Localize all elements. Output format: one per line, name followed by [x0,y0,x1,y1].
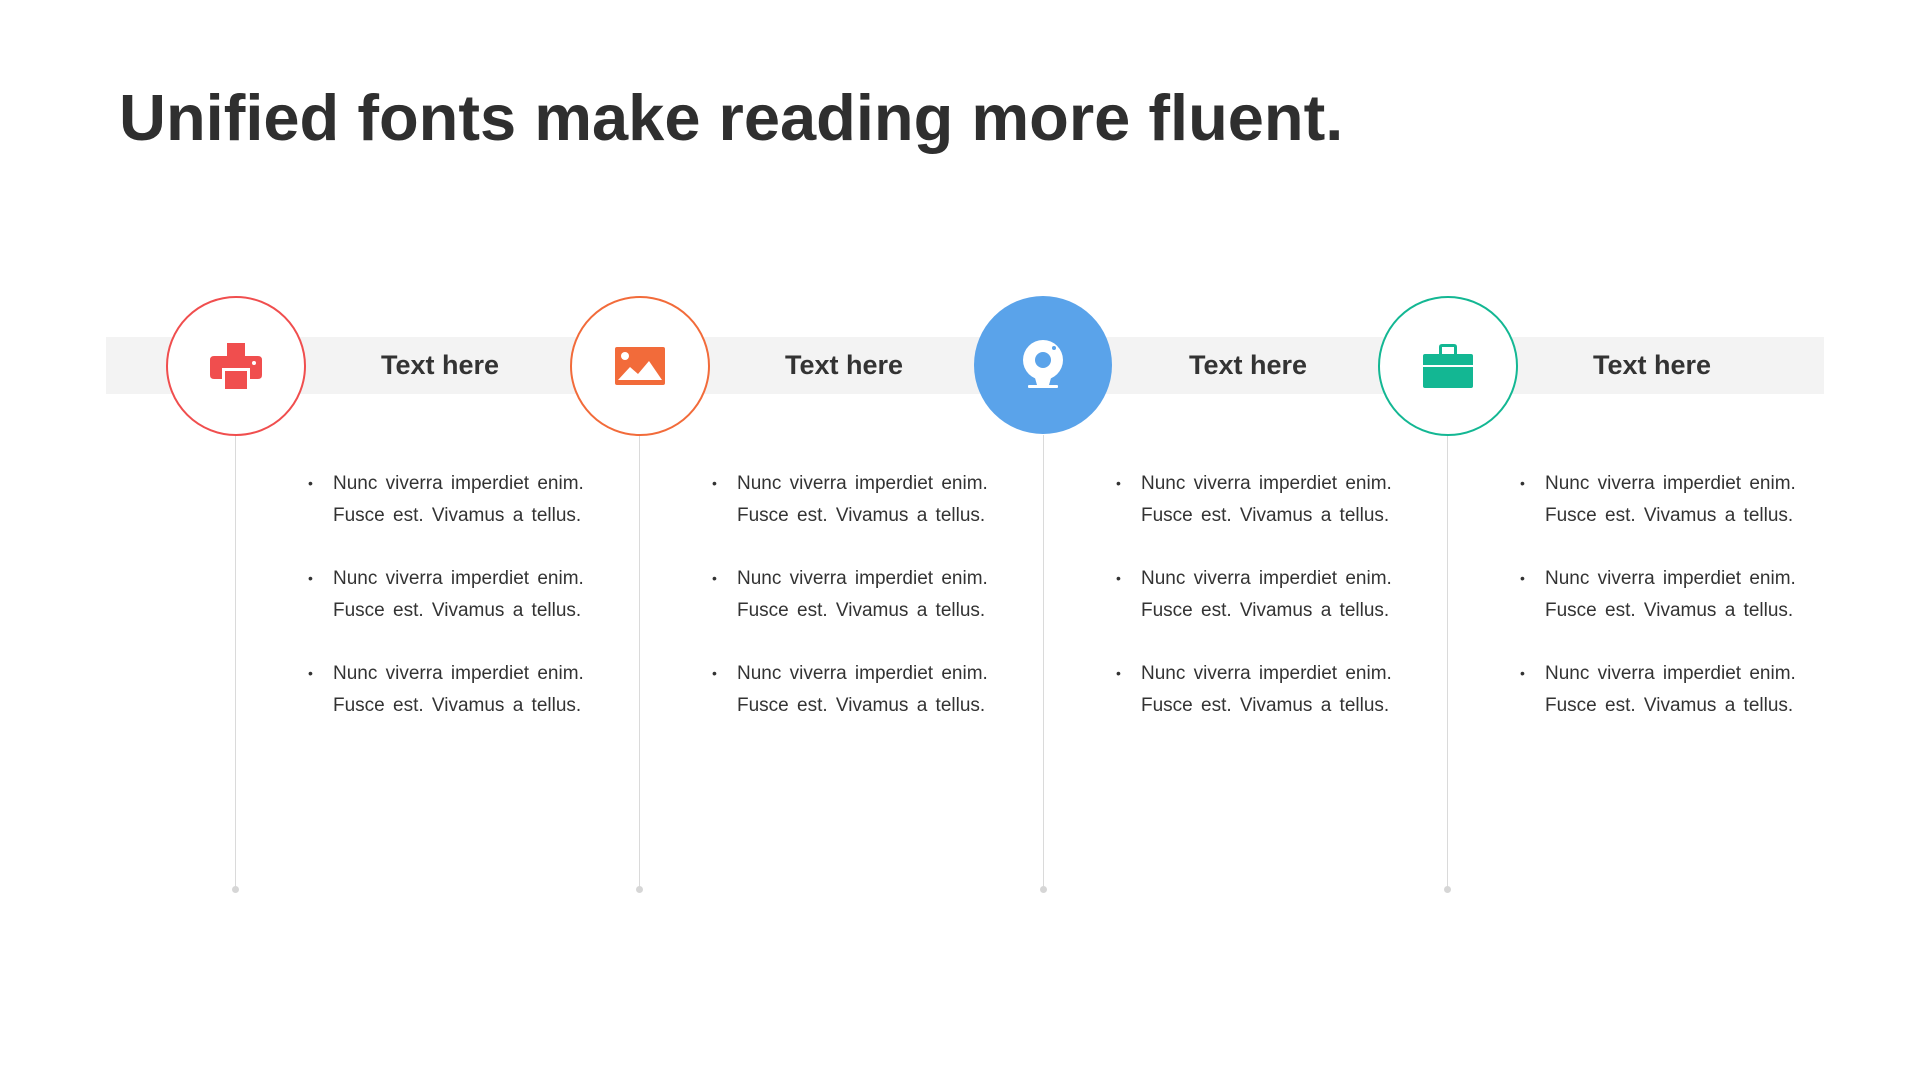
bullet-line-1: Nunc viverra imperdiet enim. [737,473,988,494]
step-2-bullet-list: • Nunc viverra imperdiet enim. Fusce est. … [709,468,1029,753]
step-4-icon-circle [1378,296,1518,436]
bullet-line-2: Fusce est. Vivamus a tellus. [737,694,986,716]
step-1-icon-circle [166,296,306,436]
bullet-line-2: Fusce est. Vivamus a tellus. [1545,694,1794,716]
image-icon [615,347,665,385]
step-3-icon-circle [974,296,1112,434]
toolbox-icon [1423,344,1473,388]
bullet-line-2: Fusce est. Vivamus a tellus. [1141,694,1390,716]
bullet-line-2: Fusce est. Vivamus a tellus. [1141,504,1390,526]
step-4: Text here • Nunc viverra imperdiet enim. F… [1378,0,1851,1080]
bullet-line-1: Nunc viverra imperdiet enim. [1141,473,1392,494]
step-3: Text here • Nunc viverra imperdiet enim. F… [974,0,1447,1080]
step-2-timeline-dot [636,886,643,893]
bullet-line-1: Nunc viverra imperdiet enim. [1141,663,1392,684]
list-item: • Nunc viverra imperdiet enim. Fusce est. … [712,568,988,621]
bullet-line-1: Nunc viverra imperdiet enim. [333,473,584,494]
bullet-line-2: Fusce est. Vivamus a tellus. [333,599,582,621]
bullet-line-2: Fusce est. Vivamus a tellus. [1141,599,1390,621]
list-item: • Nunc viverra imperdiet enim. Fusce est. … [1520,663,1796,716]
bullet-line-1: Nunc viverra imperdiet enim. [1545,473,1796,494]
printer-icon [210,343,262,389]
step-1-timeline-line [235,435,236,890]
step-4-bullet-list: • Nunc viverra imperdiet enim. Fusce est. … [1517,468,1837,753]
bullet-line-1: Nunc viverra imperdiet enim. [737,568,988,589]
list-item: • Nunc viverra imperdiet enim. Fusce est. … [712,473,988,526]
list-item: • Nunc viverra imperdiet enim. Fusce est. … [1520,473,1796,526]
bullet-line-2: Fusce est. Vivamus a tellus. [1545,599,1794,621]
step-2-heading: Text here [784,350,904,380]
step-4-heading: Text here [1592,350,1712,380]
slide: Unified fonts make reading more fluent. … [0,0,1920,1080]
step-3-heading: Text here [1188,350,1308,380]
bullet-line-2: Fusce est. Vivamus a tellus. [737,599,986,621]
bullet-line-2: Fusce est. Vivamus a tellus. [333,694,582,716]
step-1-bullet-list: • Nunc viverra imperdiet enim. Fusce est. … [305,468,625,753]
list-item: • Nunc viverra imperdiet enim. Fusce est. … [712,663,988,716]
bullet-line-1: Nunc viverra imperdiet enim. [333,568,584,589]
list-item: • Nunc viverra imperdiet enim. Fusce est. … [1520,568,1796,621]
step-4-timeline-dot [1444,886,1451,893]
list-item: • Nunc viverra imperdiet enim. Fusce est. … [1116,663,1392,716]
list-item: • Nunc viverra imperdiet enim. Fusce est. … [308,663,584,716]
step-1: Text here • Nunc viverra imperdiet enim. F… [166,0,639,1080]
step-2-icon-circle [570,296,710,436]
bullet-line-2: Fusce est. Vivamus a tellus. [333,504,582,526]
list-item: • Nunc viverra imperdiet enim. Fusce est. … [1116,473,1392,526]
step-1-timeline-dot [232,886,239,893]
webcam-icon [1020,340,1066,390]
bullet-line-1: Nunc viverra imperdiet enim. [737,663,988,684]
list-item: • Nunc viverra imperdiet enim. Fusce est. … [1116,568,1392,621]
step-1-heading: Text here [380,350,500,380]
bullet-line-1: Nunc viverra imperdiet enim. [1141,568,1392,589]
step-3-timeline-line [1043,435,1044,890]
bullet-line-1: Nunc viverra imperdiet enim. [1545,663,1796,684]
bullet-line-1: Nunc viverra imperdiet enim. [333,663,584,684]
bullet-line-2: Fusce est. Vivamus a tellus. [1545,504,1794,526]
bullet-line-1: Nunc viverra imperdiet enim. [1545,568,1796,589]
step-2-timeline-line [639,435,640,890]
list-item: • Nunc viverra imperdiet enim. Fusce est. … [308,568,584,621]
step-3-bullet-list: • Nunc viverra imperdiet enim. Fusce est. … [1113,468,1433,753]
step-4-timeline-line [1447,435,1448,890]
step-3-timeline-dot [1040,886,1047,893]
bullet-line-2: Fusce est. Vivamus a tellus. [737,504,986,526]
list-item: • Nunc viverra imperdiet enim. Fusce est. … [308,473,584,526]
step-2: Text here • Nunc viverra imperdiet enim. F… [570,0,1043,1080]
